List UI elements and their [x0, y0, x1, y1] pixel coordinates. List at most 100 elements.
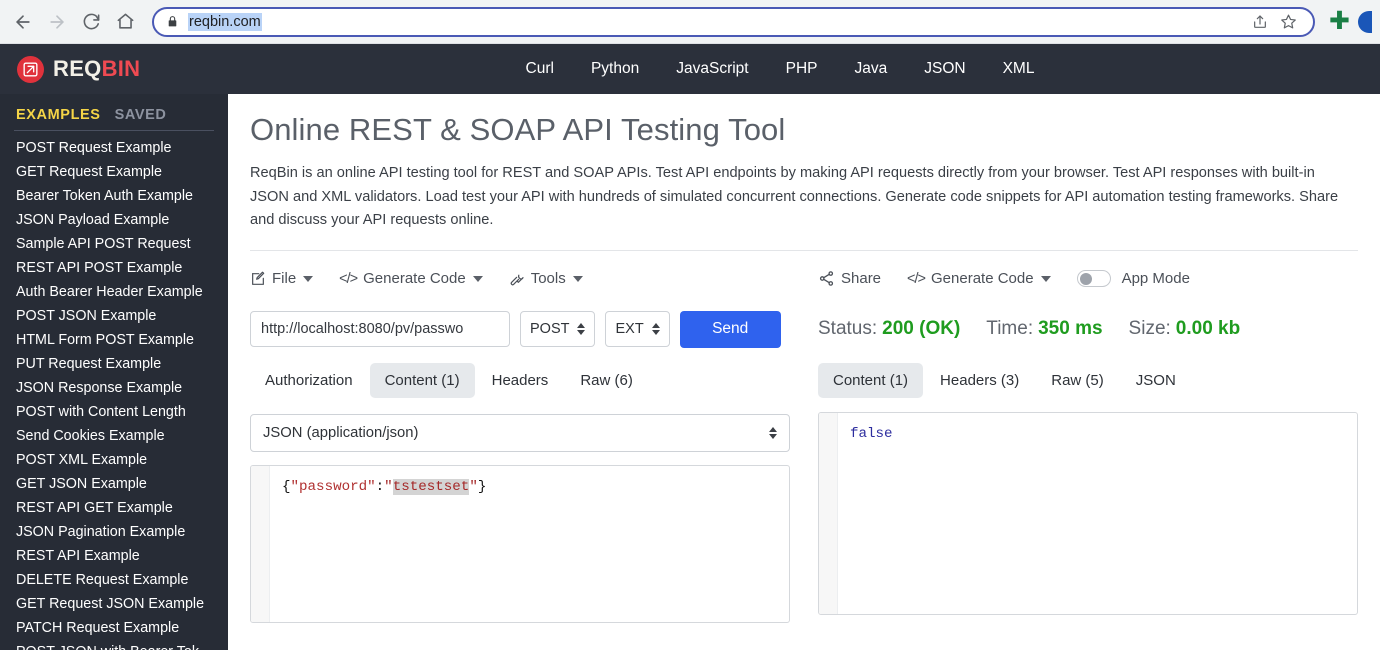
- sidebar-item-get-request-example[interactable]: GET Request Example: [0, 160, 228, 184]
- nav-item-java[interactable]: Java: [854, 60, 887, 78]
- sidebar-item-bearer-token-auth-example[interactable]: Bearer Token Auth Example: [0, 184, 228, 208]
- nav-item-curl[interactable]: Curl: [526, 60, 554, 78]
- star-icon[interactable]: [1275, 9, 1301, 35]
- app-mode-control[interactable]: App Mode: [1076, 270, 1190, 287]
- back-button[interactable]: [8, 7, 38, 37]
- sidebar-item-json-pagination-example[interactable]: JSON Pagination Example: [0, 520, 228, 544]
- sidebar-item-json-payload-example[interactable]: JSON Payload Example: [0, 208, 228, 232]
- response-tab-headers[interactable]: Headers (3): [925, 363, 1034, 398]
- browser-toolbar: reqbin.com ✚: [0, 0, 1380, 44]
- nav-item-xml[interactable]: XML: [1003, 60, 1035, 78]
- sidebar-item-html-form-post-example[interactable]: HTML Form POST Example: [0, 328, 228, 352]
- generate-code-button[interactable]: </> Generate Code: [339, 270, 483, 287]
- brand-text: REQBIN: [53, 56, 140, 82]
- address-bar[interactable]: reqbin.com: [152, 6, 1316, 37]
- editor-gutter: [251, 465, 270, 622]
- protocol-select[interactable]: EXT: [605, 311, 670, 347]
- request-pane: File </> Generate Code Tools http://loca…: [250, 264, 790, 623]
- sidebar-item-auth-bearer-header-example[interactable]: Auth Bearer Header Example: [0, 280, 228, 304]
- sidebar-item-rest-api-post-example[interactable]: REST API POST Example: [0, 256, 228, 280]
- nav-item-json[interactable]: JSON: [924, 60, 965, 78]
- sidebar-item-json-response-example[interactable]: JSON Response Example: [0, 376, 228, 400]
- tab-headers[interactable]: Headers: [477, 363, 564, 398]
- sidebar-example-list: POST Request Example GET Request Example…: [0, 136, 228, 650]
- send-button[interactable]: Send: [679, 310, 781, 348]
- nav-item-javascript[interactable]: JavaScript: [676, 60, 748, 78]
- sidebar-item-send-cookies-example[interactable]: Send Cookies Example: [0, 424, 228, 448]
- response-tab-content[interactable]: Content (1): [818, 362, 924, 398]
- json-value-password[interactable]: tstestset: [392, 478, 470, 495]
- plus-icon[interactable]: ✚: [1325, 9, 1354, 34]
- arrow-right-icon: [47, 12, 67, 32]
- time-label: Time:: [986, 318, 1034, 339]
- sidebar-item-patch-request-example[interactable]: PATCH Request Example: [0, 616, 228, 640]
- toggle-knob-icon: [1079, 272, 1092, 285]
- reload-button[interactable]: [76, 7, 106, 37]
- sidebar-item-sample-api-post-request[interactable]: Sample API POST Request: [0, 232, 228, 256]
- sidebar-item-rest-api-example[interactable]: REST API Example: [0, 544, 228, 568]
- sidebar-item-post-with-content-length[interactable]: POST with Content Length: [0, 400, 228, 424]
- response-value: false: [850, 425, 893, 442]
- size-badge: Size: 0.00 kb: [1129, 318, 1241, 340]
- content-type-value: JSON (application/json): [263, 424, 419, 441]
- sidebar-item-delete-request-example[interactable]: DELETE Request Example: [0, 568, 228, 592]
- chevron-down-icon: [1040, 275, 1051, 282]
- app-mode-label: App Mode: [1121, 270, 1190, 287]
- response-body-editor[interactable]: false: [818, 411, 1358, 615]
- tools-menu-button[interactable]: Tools: [509, 270, 583, 287]
- sidebar-item-get-request-json-example[interactable]: GET Request JSON Example: [0, 592, 228, 616]
- request-body-editor[interactable]: {"password":"tstestset"}: [250, 464, 790, 623]
- nav-item-python[interactable]: Python: [591, 60, 639, 78]
- response-generate-code-button[interactable]: </> Generate Code: [907, 270, 1051, 287]
- nav-item-php[interactable]: PHP: [786, 60, 818, 78]
- response-tab-json[interactable]: JSON: [1121, 363, 1191, 398]
- size-value: 0.00 kb: [1175, 318, 1241, 339]
- app-mode-toggle[interactable]: [1076, 270, 1111, 287]
- sidebar-item-post-json-example[interactable]: POST JSON Example: [0, 304, 228, 328]
- arrow-left-icon: [13, 12, 33, 32]
- sidebar-item-get-json-example[interactable]: GET JSON Example: [0, 472, 228, 496]
- request-tabs: Authorization Content (1) Headers Raw (6…: [250, 362, 790, 398]
- tab-authorization[interactable]: Authorization: [250, 363, 368, 398]
- file-menu-label: File: [272, 270, 297, 287]
- sidebar: EXAMPLES SAVED POST Request Example GET …: [0, 94, 228, 650]
- edit-square-icon: [250, 271, 266, 287]
- protocol-select-value: EXT: [615, 321, 644, 337]
- brand-logo[interactable]: REQBIN: [0, 55, 228, 83]
- share-button[interactable]: Share: [818, 270, 881, 287]
- content-type-select[interactable]: JSON (application/json): [250, 413, 790, 452]
- share-label: Share: [841, 270, 882, 287]
- request-body-text[interactable]: {"password":"tstestset"}: [270, 466, 789, 622]
- sidebar-tab-saved[interactable]: SAVED: [115, 107, 167, 123]
- status-value: 200 (OK): [882, 318, 961, 339]
- sidebar-item-post-xml-example[interactable]: POST XML Example: [0, 448, 228, 472]
- sidebar-item-rest-api-get-example[interactable]: REST API GET Example: [0, 496, 228, 520]
- page-description: ReqBin is an online API testing tool for…: [250, 165, 1339, 228]
- time-value: 350 ms: [1038, 318, 1103, 339]
- chevron-down-icon: [472, 275, 483, 282]
- sidebar-tab-examples[interactable]: EXAMPLES: [16, 107, 101, 123]
- page-title: Online REST & SOAP API Testing Tool: [250, 112, 786, 147]
- address-bar-text[interactable]: reqbin.com: [188, 12, 262, 31]
- tab-raw[interactable]: Raw (6): [565, 363, 648, 398]
- browser-right-actions: ✚: [1321, 9, 1372, 34]
- home-button[interactable]: [110, 7, 140, 37]
- spinner-icon: [769, 426, 777, 439]
- file-menu-button[interactable]: File: [250, 270, 314, 287]
- share-box-icon[interactable]: [1247, 9, 1273, 35]
- sidebar-item-post-request-example[interactable]: POST Request Example: [0, 136, 228, 160]
- url-input[interactable]: [250, 311, 510, 347]
- json-quote-close: ": [469, 478, 478, 495]
- reqbin-logo-icon: [17, 55, 44, 83]
- request-row: POST EXT Send: [250, 310, 790, 348]
- json-key-password: "password": [290, 478, 376, 495]
- response-toolbar: Share </> Generate Code App Mode: [818, 264, 1358, 294]
- sidebar-item-post-json-with-bearer-token[interactable]: POST JSON with Bearer Tok: [0, 640, 228, 650]
- response-tab-raw[interactable]: Raw (5): [1036, 363, 1119, 398]
- sidebar-item-put-request-example[interactable]: PUT Request Example: [0, 352, 228, 376]
- tab-content[interactable]: Content (1): [369, 362, 475, 398]
- method-select[interactable]: POST: [520, 311, 596, 347]
- forward-button[interactable]: [42, 7, 72, 37]
- profile-chip-icon[interactable]: [1358, 10, 1372, 33]
- request-toolbar: File </> Generate Code Tools: [250, 264, 790, 294]
